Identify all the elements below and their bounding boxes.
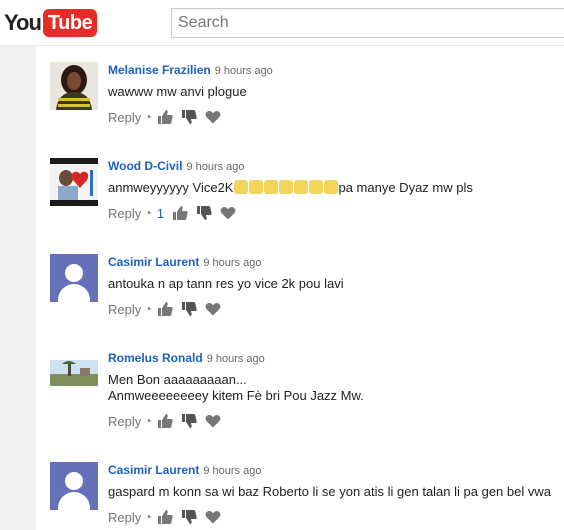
thumbs-up-icon[interactable] [172, 205, 188, 221]
like-count: 1 [156, 205, 164, 221]
comment-time[interactable]: 9 hours ago [203, 465, 261, 477]
comment-actions: Reply • [108, 413, 560, 429]
comment-author[interactable]: Melanise Frazilien [108, 63, 211, 77]
comment-actions: Reply • 1 [108, 205, 560, 221]
thumbs-down-icon[interactable] [196, 205, 212, 221]
heart-icon[interactable] [220, 205, 236, 221]
logo-you-text: You [4, 10, 42, 35]
search-box[interactable] [171, 8, 564, 38]
avatar-photo-landscape [50, 350, 98, 398]
praying-hands-emoji [323, 180, 338, 194]
comment-actions: Reply • [108, 301, 560, 317]
logo-tube-text: Tube [42, 9, 98, 37]
comment-text-after: pa manye Dyaz mw pls [338, 180, 473, 195]
comment-time[interactable]: 9 hours ago [207, 353, 265, 365]
praying-hands-emoji [248, 180, 263, 194]
comment-text: gaspard m konn sa wi baz Roberto li se y… [108, 484, 551, 499]
comment-actions: Reply • [108, 509, 560, 525]
reply-button[interactable]: Reply [108, 206, 141, 221]
avatar[interactable] [50, 158, 98, 206]
reply-button[interactable]: Reply [108, 510, 141, 525]
comment-text: anmweyyyyyy Vice2K pa manye Dyaz mw pls [108, 180, 560, 196]
comment-text-before: anmweyyyyyy Vice2K [108, 180, 234, 195]
thumbs-up-icon[interactable] [157, 301, 173, 317]
reply-button[interactable]: Reply [108, 302, 141, 317]
praying-hands-emoji [293, 180, 308, 194]
emoji-group [233, 180, 338, 195]
reply-button[interactable]: Reply [108, 110, 141, 125]
comments-section: Melanise Frazilien 9 hours ago wawww mw a… [36, 46, 564, 530]
comment-time[interactable]: 9 hours ago [215, 65, 273, 77]
praying-hands-emoji [308, 180, 323, 194]
avatar-photo-woman [50, 62, 98, 110]
default-avatar-icon [65, 264, 83, 282]
comment-text: Men Bon aaaaaaaaan... Anmweeeeeeeey kite… [108, 372, 364, 403]
avatar-photo-heart [50, 158, 98, 206]
avatar[interactable] [50, 254, 98, 302]
separator-dot: • [147, 415, 151, 427]
heart-icon[interactable] [205, 109, 221, 125]
avatar[interactable] [50, 462, 98, 510]
masthead: You Tube [0, 0, 564, 46]
thumbs-down-icon[interactable] [181, 301, 197, 317]
comment-actions: Reply • [108, 109, 560, 125]
separator-dot: • [147, 111, 151, 123]
comment-author[interactable]: Romelus Ronald [108, 351, 203, 365]
comment-author[interactable]: Casimir Laurent [108, 255, 199, 269]
thumbs-down-icon[interactable] [181, 109, 197, 125]
comment-text: wawww mw anvi plogue [108, 84, 247, 99]
separator-dot: • [147, 511, 151, 523]
thumbs-up-icon[interactable] [157, 509, 173, 525]
comment-author[interactable]: Wood D-Civil [108, 159, 182, 173]
search-input[interactable] [172, 9, 564, 37]
thumbs-down-icon[interactable] [181, 509, 197, 525]
avatar[interactable] [50, 62, 98, 110]
thumbs-up-icon[interactable] [157, 413, 173, 429]
separator-dot: • [147, 207, 151, 219]
heart-icon[interactable] [205, 413, 221, 429]
thumbs-down-icon[interactable] [181, 413, 197, 429]
comment-time[interactable]: 9 hours ago [203, 257, 261, 269]
reply-button[interactable]: Reply [108, 414, 141, 429]
heart-icon[interactable] [205, 301, 221, 317]
comment-time[interactable]: 9 hours ago [186, 161, 244, 173]
heart-icon[interactable] [205, 509, 221, 525]
praying-hands-emoji [278, 180, 293, 194]
avatar[interactable] [50, 350, 98, 398]
youtube-logo[interactable]: You Tube [4, 9, 98, 37]
praying-hands-emoji [263, 180, 278, 194]
praying-hands-emoji [233, 180, 248, 194]
comment-text: antouka n ap tann res yo vice 2k pou lav… [108, 276, 344, 291]
thumbs-up-icon[interactable] [157, 109, 173, 125]
separator-dot: • [147, 303, 151, 315]
comment-author[interactable]: Casimir Laurent [108, 463, 199, 477]
default-avatar-icon [65, 472, 83, 490]
